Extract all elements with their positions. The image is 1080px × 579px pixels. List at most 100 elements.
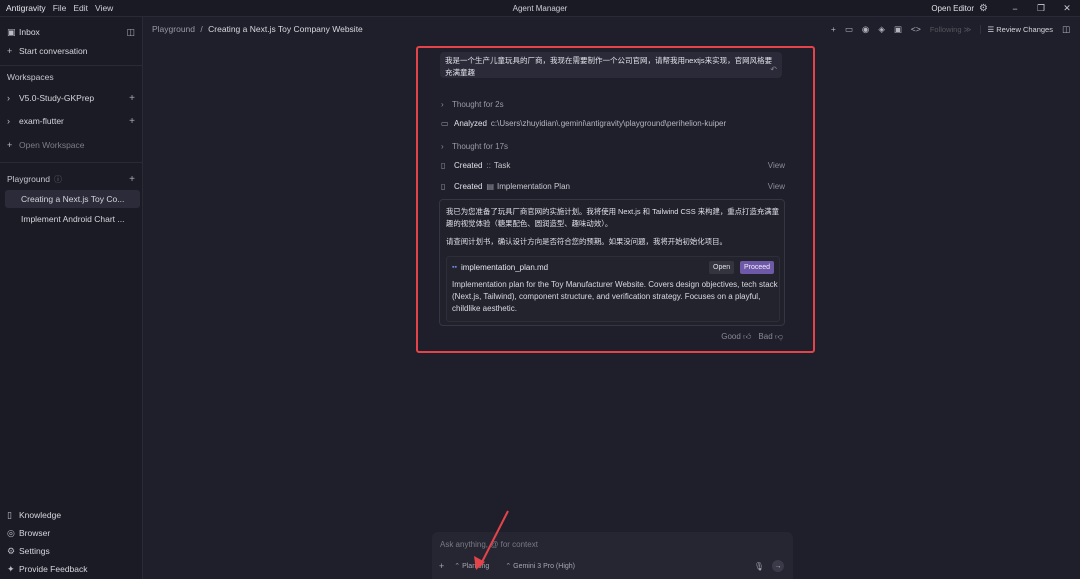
feedback-row: Good 👍︎ Bad 👎︎ <box>721 332 783 342</box>
file-menu[interactable]: File <box>53 3 67 13</box>
sidebar-toggle-icon[interactable]: ◫ <box>126 27 135 38</box>
artifact-card: ▪▪ implementation_plan.md Open Proceed I… <box>446 256 780 322</box>
analyzed-path[interactable]: c:\Users\zhuyidian\.gemini\antigravity\p… <box>491 119 726 128</box>
playground-header: Playground ⓘ + <box>0 170 143 188</box>
send-button[interactable]: → <box>772 560 784 572</box>
start-conversation-button[interactable]: + Start conversation <box>0 42 143 60</box>
close-icon[interactable]: ✕ <box>1054 3 1080 14</box>
code-icon[interactable]: <> <box>911 24 921 34</box>
chevron-right-icon[interactable]: › <box>7 93 19 103</box>
response-paragraph: 我已为您准备了玩具厂商官网的实施计划。我将使用 Next.js 和 Tailwi… <box>446 207 780 228</box>
review-changes-label: Review Changes <box>996 24 1053 34</box>
sidebar-item-workspace[interactable]: › exam-flutter + <box>0 112 143 130</box>
add-playground-icon[interactable]: + <box>129 174 135 185</box>
minimize-icon[interactable]: − <box>1002 4 1028 14</box>
sidebar-item-settings[interactable]: ⚙ Settings <box>0 542 143 560</box>
created-label: Created <box>454 181 483 191</box>
title-bar: Antigravity File Edit View Agent Manager… <box>0 0 1080 17</box>
sidebar-item-label: Settings <box>19 546 50 556</box>
view-plan-link[interactable]: View <box>768 182 785 191</box>
undo-icon[interactable]: ↶ <box>770 64 777 76</box>
sidebar-item-feedback[interactable]: ✦ Provide Feedback <box>0 560 143 578</box>
inbox-icon: ▣ <box>7 26 16 37</box>
task-icon: :: <box>486 160 491 170</box>
assistant-response: 我已为您准备了玩具厂商官网的实施计划。我将使用 Next.js 和 Tailwi… <box>439 199 785 326</box>
chevron-right-icon[interactable]: › <box>7 116 19 126</box>
gear-icon[interactable]: ⚙ <box>979 3 988 14</box>
shield-icon[interactable]: ◈ <box>878 24 885 35</box>
good-feedback-button[interactable]: Good 👍︎ <box>721 332 751 342</box>
add-icon[interactable]: + <box>129 93 135 104</box>
created-plan-step: ▯ Created ▤ Implementation Plan View <box>441 180 785 192</box>
bad-feedback-button[interactable]: Bad 👎︎ <box>758 332 783 342</box>
folder-icon: ▭ <box>441 118 449 128</box>
thumbs-up-icon: 👍︎ <box>743 332 752 341</box>
book-icon: ▯ <box>7 509 12 520</box>
sidebar-item-browser[interactable]: ◎ Browser <box>0 524 143 542</box>
view-task-link[interactable]: View <box>768 161 785 170</box>
thought-label: Thought for 2s <box>452 99 504 109</box>
open-editor-button[interactable]: Open Editor <box>931 4 974 13</box>
add-icon[interactable]: + <box>831 24 836 34</box>
plus-icon: + <box>7 46 13 56</box>
restore-icon[interactable]: ❐ <box>1028 3 1054 14</box>
sidebar-item-label: Browser <box>19 528 51 538</box>
chrome-icon[interactable]: ◉ <box>862 24 869 35</box>
model-label: Gemini 3 Pro (High) <box>513 563 575 570</box>
mode-selector[interactable]: ⌃ Planning <box>454 562 489 570</box>
artifact-title: ▪▪ implementation_plan.md <box>452 263 548 272</box>
microphone-icon[interactable]: 🎙︎ <box>754 562 764 571</box>
menu-bar: Antigravity File Edit View <box>0 3 113 13</box>
user-message: 我是一个生产儿童玩具的厂商，我现在需要制作一个公司官网，请帮我用nextjs来实… <box>440 52 782 78</box>
created-plan-name: Implementation Plan <box>497 181 570 191</box>
playground-header-label: Playground <box>7 174 51 184</box>
sidebar-item-label: Start conversation <box>19 46 88 56</box>
model-selector[interactable]: ⌃ Gemini 3 Pro (High) <box>505 562 575 570</box>
artifact-description: Implementation plan for the Toy Manufact… <box>452 280 778 313</box>
workspaces-header: Workspaces <box>7 72 54 82</box>
app-menu[interactable]: Antigravity <box>6 3 46 13</box>
review-changes-button[interactable]: ☰ Review Changes <box>980 24 1053 34</box>
sidebar-item-conversation[interactable]: Creating a Next.js Toy Co... <box>5 190 140 208</box>
sidebar-item-knowledge[interactable]: ▯ Knowledge <box>0 506 143 524</box>
good-label: Good <box>721 332 741 341</box>
window-title: Agent Manager <box>512 3 568 13</box>
chat-input[interactable]: Ask anything, @ for context <box>440 540 538 549</box>
sidebar-item-label: Provide Feedback <box>19 564 88 574</box>
breadcrumb-separator: / <box>200 24 203 34</box>
view-menu[interactable]: View <box>95 3 113 13</box>
terminal-icon[interactable]: ▣ <box>894 24 902 35</box>
panel-toggle-icon[interactable]: ◫ <box>1062 24 1070 35</box>
following-toggle[interactable]: Following ≫ <box>930 25 972 34</box>
lightbulb-icon: ✦ <box>7 563 15 574</box>
breadcrumb-root[interactable]: Playground <box>152 24 195 34</box>
sidebar-item-inbox[interactable]: ▣ Inbox ◫ <box>0 23 143 41</box>
created-label: Created <box>454 160 483 170</box>
open-button[interactable]: Open <box>709 261 735 274</box>
sidebar-item-label: Open Workspace <box>19 140 85 150</box>
thought-label: Thought for 17s <box>452 141 509 151</box>
following-label: Following <box>929 24 962 34</box>
gear-icon: ⚙ <box>7 545 16 556</box>
book-icon: ▯ <box>441 160 446 170</box>
plus-icon: + <box>7 140 13 150</box>
thought-step[interactable]: › Thought for 17s <box>441 140 785 152</box>
created-task-step: ▯ Created :: Task View <box>441 159 785 171</box>
sidebar-item-workspace[interactable]: › V5.0-Study-GKPrep + <box>0 89 143 107</box>
conversation-panel: 我是一个生产儿童玩具的厂商，我现在需要制作一个公司官网，请帮我用nextjs来实… <box>418 48 813 351</box>
sidebar: ▣ Inbox ◫ + Start conversation Workspace… <box>0 17 143 579</box>
book-icon: ▯ <box>441 181 446 191</box>
markdown-file-icon: ▪▪ <box>452 264 457 271</box>
thought-step[interactable]: › Thought for 2s <box>441 98 785 110</box>
sidebar-item-conversation[interactable]: Implement Android Chart ... <box>0 210 143 228</box>
divider <box>0 162 143 163</box>
globe-icon: ◎ <box>7 527 15 538</box>
open-workspace-button[interactable]: + Open Workspace <box>0 136 143 154</box>
proceed-button[interactable]: Proceed <box>740 261 775 274</box>
chevron-right-icon: › <box>441 141 444 151</box>
add-icon[interactable]: + <box>129 116 135 127</box>
folder-icon[interactable]: ▭ <box>845 24 853 35</box>
artifact-filename[interactable]: implementation_plan.md <box>461 263 548 272</box>
add-context-icon[interactable]: + <box>439 561 444 571</box>
edit-menu[interactable]: Edit <box>73 3 88 13</box>
